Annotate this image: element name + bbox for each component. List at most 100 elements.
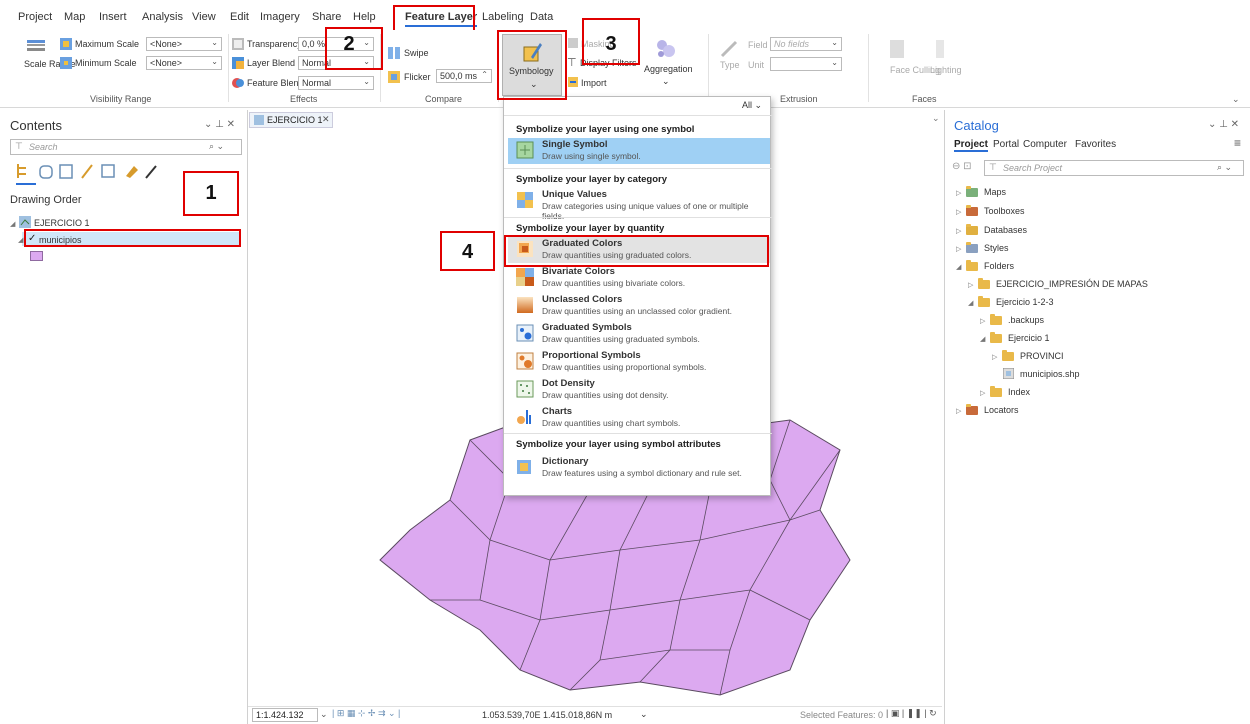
ribbon-separator [708, 34, 709, 102]
field-combo[interactable]: No fields ⌄ [770, 37, 842, 51]
map-tools-icons[interactable]: | ⊞ ▦ ⊹ ✢ ⇉ ⌄ | [332, 708, 400, 719]
option-title: Unique Values [542, 189, 607, 200]
option-unclassed-colors[interactable]: Unclassed Colors Draw quantities using a… [508, 293, 770, 319]
catalog-item-toolboxes[interactable]: Toolboxes [984, 206, 1025, 216]
catalog-item-ejercicio-impresion[interactable]: EJERCICIO_IMPRESIÓN DE MAPAS [996, 279, 1148, 289]
min-scale-value: <None> [150, 58, 183, 68]
aggregation-button[interactable]: Aggregation ⌄ [642, 36, 693, 90]
option-proportional-symbols[interactable]: Proportional Symbols Draw quantities usi… [508, 349, 770, 375]
chevron-down-icon: ⌄ [831, 38, 838, 47]
filter-all-combo[interactable]: All ⌄ [742, 100, 762, 111]
swipe-button[interactable]: Swipe [404, 48, 429, 58]
option-graduated-symbols[interactable]: Graduated Symbols Draw quantities using … [508, 321, 770, 347]
chevron-down-icon: ⌄ [363, 77, 370, 86]
chevron-down-icon[interactable]: ⌄ [320, 709, 328, 720]
unit-combo[interactable]: ⌄ [770, 57, 842, 71]
menu-help[interactable]: Help [353, 11, 376, 23]
map-icon [254, 115, 264, 125]
chevron-down-icon[interactable]: ⌄ [932, 113, 940, 124]
option-charts[interactable]: Charts Draw quantities using chart symbo… [508, 405, 770, 431]
catalog-item-styles[interactable]: Styles [984, 243, 1009, 253]
catalog-item-municipios-shp[interactable]: municipios.shp [1020, 369, 1080, 379]
chevron-down-icon[interactable]: ⌄ [640, 709, 648, 720]
catalog-item-locators[interactable]: Locators [984, 405, 1019, 415]
layer-symbol-swatch[interactable] [30, 251, 43, 261]
catalog-item-folders[interactable]: Folders [984, 261, 1014, 271]
max-scale-combo[interactable]: <None> ⌄ [146, 37, 222, 51]
catalog-tab-favorites[interactable]: Favorites [1075, 139, 1116, 150]
catalog-item-ejercicio1[interactable]: Ejercicio 1 [1008, 333, 1050, 343]
folder-icon [978, 296, 990, 307]
option-dot-density[interactable]: Dot Density Draw quantities using dot de… [508, 377, 770, 403]
menu-share[interactable]: Share [312, 11, 341, 23]
pane-options-icon[interactable]: ⌄ ⊥ ✕ [204, 119, 235, 130]
expand-arrow-icon[interactable]: ▷ [956, 227, 961, 235]
menu-edit[interactable]: Edit [230, 11, 249, 23]
unit-label: Unit [748, 60, 765, 70]
expand-arrow-icon[interactable]: ▷ [992, 353, 997, 361]
unique-values-icon [517, 192, 533, 208]
collapse-arrow-icon[interactable]: ◢ [980, 335, 985, 343]
catalog-item-index[interactable]: Index [1008, 387, 1030, 397]
import-button[interactable]: Import [581, 78, 607, 88]
catalog-tab-computer[interactable]: Computer [1023, 139, 1067, 150]
option-unique-values[interactable]: Unique Values Draw categories using uniq… [508, 188, 770, 221]
pause-icon[interactable]: | ▣ | ❚❚ | ↻ [886, 708, 937, 719]
max-scale-value: <None> [150, 39, 183, 49]
menu-view[interactable]: View [192, 11, 216, 23]
catalog-item-maps[interactable]: Maps [984, 187, 1006, 197]
map-name[interactable]: EJERCICIO 1 [34, 218, 90, 228]
scale-combo[interactable]: 1:1.424.132 [252, 708, 318, 722]
menu-map[interactable]: Map [64, 11, 85, 23]
catalog-search-box[interactable]: ⊤ Search Project ⌕ ⌄ [984, 160, 1244, 176]
expand-arrow-icon[interactable]: ▷ [980, 317, 985, 325]
contents-view-toolbar [16, 162, 186, 182]
min-scale-combo[interactable]: <None> ⌄ [146, 56, 222, 70]
face-culling-icon [890, 40, 904, 58]
expand-arrow-icon[interactable]: ▷ [980, 389, 985, 397]
menu-icon[interactable]: ≡ [1234, 136, 1241, 150]
drawing-order-view-icon[interactable] [16, 162, 186, 182]
filter-icon: ⊤ [15, 141, 23, 151]
styles-icon [966, 242, 978, 253]
contents-search-box[interactable]: ⊤ Search ⌕ ⌄ [10, 139, 242, 155]
feature-blend-combo[interactable]: Normal ⌄ [298, 76, 374, 90]
section-heading-by-quantity: Symbolize your layer by quantity [516, 223, 665, 234]
catalog-item-backups[interactable]: .backups [1008, 315, 1044, 325]
expand-arrow-icon[interactable]: ◢ [18, 236, 23, 244]
expand-arrow-icon[interactable]: ▷ [968, 281, 973, 289]
scale-range-icon [27, 40, 45, 51]
option-description: Draw quantities using proportional symbo… [542, 362, 707, 372]
menu-data[interactable]: Data [530, 11, 553, 23]
catalog-item-ejercicio-123[interactable]: Ejercicio 1-2-3 [996, 297, 1054, 307]
option-single-symbol[interactable]: Single Symbol Draw using single symbol. [508, 138, 770, 164]
menu-imagery[interactable]: Imagery [260, 11, 300, 23]
scale-range-button[interactable]: Scale Range [18, 36, 76, 88]
pane-options-icon[interactable]: ⌄ ⊥ ✕ [1208, 119, 1239, 130]
catalog-item-provinci[interactable]: PROVINCI [1020, 351, 1064, 361]
option-description: Draw quantities using dot density. [542, 390, 669, 400]
expand-arrow-icon[interactable]: ▷ [956, 208, 961, 216]
close-icon[interactable]: ✕ [322, 114, 330, 125]
collapse-arrow-icon[interactable]: ◢ [968, 299, 973, 307]
scale-value: 1:1.424.132 [256, 710, 304, 720]
expand-arrow-icon[interactable]: ▷ [956, 245, 961, 253]
flicker-field[interactable]: 500,0 ms ⌃ [436, 69, 492, 83]
menu-analysis[interactable]: Analysis [142, 11, 183, 23]
ribbon-collapse-icon[interactable]: ⌄ [1232, 94, 1240, 105]
menu-labeling[interactable]: Labeling [482, 11, 524, 23]
option-dictionary[interactable]: Dictionary Draw features using a symbol … [508, 455, 770, 481]
catalog-item-databases[interactable]: Databases [984, 225, 1027, 235]
filter-all-label: All [742, 100, 753, 110]
option-bivariate-colors[interactable]: Bivariate Colors Draw quantities using b… [508, 265, 770, 291]
tab-ejercicio-1[interactable]: EJERCICIO 1 ✕ [249, 112, 333, 128]
catalog-tab-portal[interactable]: Portal [993, 139, 1019, 150]
menu-project[interactable]: Project [18, 11, 52, 23]
expand-arrow-icon[interactable]: ◢ [10, 220, 15, 228]
collapse-arrow-icon[interactable]: ◢ [956, 263, 961, 271]
catalog-tab-project[interactable]: Project [954, 139, 988, 152]
expand-arrow-icon[interactable]: ▷ [956, 407, 961, 415]
expand-arrow-icon[interactable]: ▷ [956, 189, 961, 197]
menu-insert[interactable]: Insert [99, 11, 127, 23]
back-icon[interactable]: ⊖ ⊡ [952, 161, 972, 172]
